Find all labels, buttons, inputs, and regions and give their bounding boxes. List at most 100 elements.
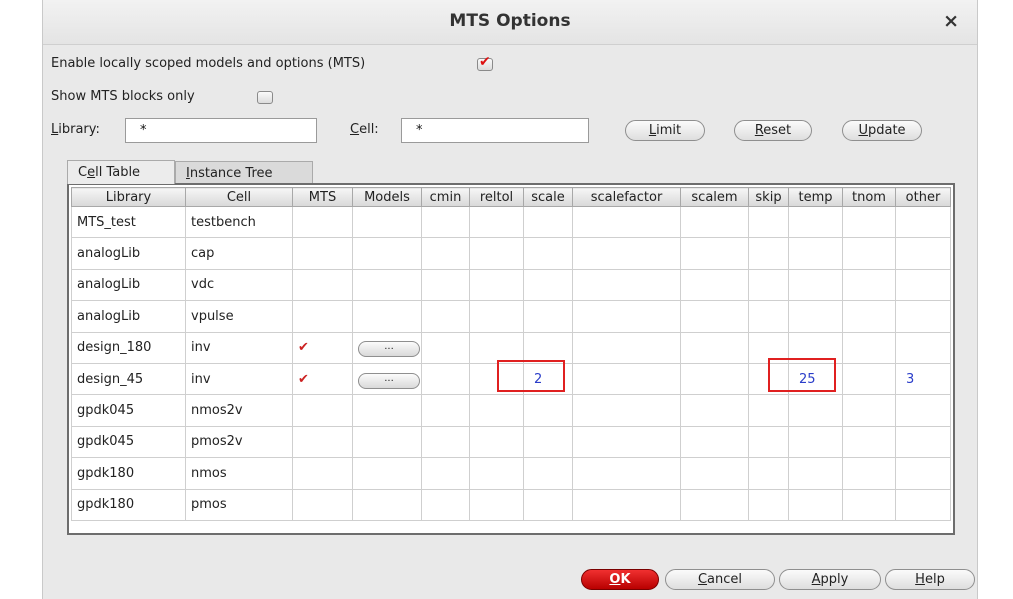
cell-other[interactable]	[895, 268, 951, 302]
cell-scalefactor[interactable]	[572, 425, 681, 459]
cell-skip[interactable]	[748, 268, 789, 302]
cell-scalem[interactable]	[680, 331, 749, 364]
table-row[interactable]: gpdk045 pmos2v	[71, 425, 951, 459]
cell-other[interactable]	[895, 457, 951, 490]
models-browse-button[interactable]: ...	[358, 372, 420, 389]
cell-scalefactor[interactable]	[572, 300, 681, 333]
cell-other[interactable]	[895, 394, 951, 427]
cell-reltol[interactable]	[469, 205, 524, 239]
cell-cell[interactable]: nmos	[185, 457, 293, 490]
library-input[interactable]: *	[125, 118, 317, 143]
column-header[interactable]: temp	[788, 187, 843, 207]
cell-cmin[interactable]	[421, 425, 470, 459]
cell-tnom[interactable]	[842, 394, 896, 427]
cell-scale[interactable]	[523, 237, 573, 270]
cell-scalefactor[interactable]	[572, 237, 681, 270]
column-header[interactable]: MTS	[292, 187, 353, 207]
cell-cmin[interactable]	[421, 331, 470, 364]
cell-mts[interactable]: ✔	[292, 331, 353, 364]
cell-mts[interactable]: ✔	[292, 362, 353, 396]
cell-temp[interactable]	[788, 394, 843, 427]
cell-models[interactable]	[352, 268, 422, 302]
cell-library[interactable]: gpdk045	[71, 425, 186, 459]
column-header[interactable]: reltol	[469, 187, 524, 207]
cell-tnom[interactable]	[842, 300, 896, 333]
cell-library[interactable]: analogLib	[71, 300, 186, 333]
table-row[interactable]: analogLib cap	[71, 237, 951, 270]
cell-mts[interactable]	[292, 394, 353, 427]
cell-reltol[interactable]	[469, 300, 524, 333]
tab-instance-tree[interactable]: Instance Tree	[175, 161, 313, 183]
cell-scale[interactable]	[523, 425, 573, 459]
cell-cell[interactable]: pmos	[185, 488, 293, 521]
cell-scalefactor[interactable]	[572, 331, 681, 364]
cell-scale[interactable]	[523, 331, 573, 364]
cell-reltol[interactable]	[469, 331, 524, 364]
cell-scalefactor[interactable]	[572, 362, 681, 396]
table-row[interactable]: MTS_test testbench	[71, 205, 951, 239]
cell-cmin[interactable]	[421, 488, 470, 521]
cell-skip[interactable]	[748, 457, 789, 490]
cell-tnom[interactable]	[842, 425, 896, 459]
reset-button[interactable]: Reset	[734, 120, 812, 141]
cell-library[interactable]: design_180	[71, 331, 186, 364]
cell-scalem[interactable]	[680, 425, 749, 459]
cell-cmin[interactable]	[421, 457, 470, 490]
cell-scalem[interactable]	[680, 394, 749, 427]
cell-library[interactable]: gpdk180	[71, 457, 186, 490]
cell-other[interactable]	[895, 237, 951, 270]
table-row[interactable]: gpdk180 nmos	[71, 457, 951, 490]
cell-library[interactable]: gpdk180	[71, 488, 186, 521]
cell-scalem[interactable]	[680, 268, 749, 302]
cell-input[interactable]: *	[401, 118, 589, 143]
mts-checkmark-icon[interactable]: ✔	[298, 372, 309, 387]
cell-models[interactable]	[352, 300, 422, 333]
cell-skip[interactable]	[748, 488, 789, 521]
cell-tnom[interactable]	[842, 331, 896, 364]
cell-scale[interactable]	[523, 457, 573, 490]
cell-mts[interactable]	[292, 425, 353, 459]
cell-cell[interactable]: inv	[185, 331, 293, 364]
cell-scalem[interactable]	[680, 362, 749, 396]
cell-tnom[interactable]	[842, 237, 896, 270]
cell-temp[interactable]	[788, 425, 843, 459]
cell-temp[interactable]	[788, 268, 843, 302]
cell-scalefactor[interactable]	[572, 205, 681, 239]
cell-models[interactable]: ...	[352, 362, 422, 396]
cell-cmin[interactable]	[421, 394, 470, 427]
cell-scale[interactable]	[523, 268, 573, 302]
cell-cell[interactable]: vpulse	[185, 300, 293, 333]
cell-reltol[interactable]	[469, 457, 524, 490]
apply-button[interactable]: Apply	[779, 569, 881, 590]
cell-models[interactable]	[352, 457, 422, 490]
cell-reltol[interactable]	[469, 425, 524, 459]
cell-temp[interactable]	[788, 237, 843, 270]
cell-mts[interactable]	[292, 300, 353, 333]
cell-scalem[interactable]	[680, 457, 749, 490]
cell-scalefactor[interactable]	[572, 394, 681, 427]
column-header[interactable]: scale	[523, 187, 573, 207]
cell-temp[interactable]	[788, 205, 843, 239]
cell-scalem[interactable]	[680, 205, 749, 239]
cell-skip[interactable]	[748, 205, 789, 239]
cell-cell[interactable]: vdc	[185, 268, 293, 302]
column-header[interactable]: Library	[71, 187, 186, 207]
cell-models[interactable]	[352, 237, 422, 270]
cell-mts[interactable]	[292, 205, 353, 239]
table-row[interactable]: analogLib vdc	[71, 268, 951, 302]
cell-tnom[interactable]	[842, 205, 896, 239]
tab-cell-table[interactable]: Cell Table	[67, 160, 175, 184]
cell-models[interactable]	[352, 205, 422, 239]
cell-skip[interactable]	[748, 237, 789, 270]
cell-scale[interactable]	[523, 488, 573, 521]
column-header[interactable]: Models	[352, 187, 422, 207]
table-row[interactable]: gpdk180 pmos	[71, 488, 951, 521]
column-header[interactable]: tnom	[842, 187, 896, 207]
cell-skip[interactable]	[748, 394, 789, 427]
table-row[interactable]: gpdk045 nmos2v	[71, 394, 951, 427]
enable-mts-checkbox[interactable]: ✔	[477, 54, 493, 71]
models-browse-button[interactable]: ...	[358, 341, 420, 358]
limit-button[interactable]: Limit	[625, 120, 705, 141]
cell-temp[interactable]	[788, 488, 843, 521]
cell-tnom[interactable]	[842, 457, 896, 490]
